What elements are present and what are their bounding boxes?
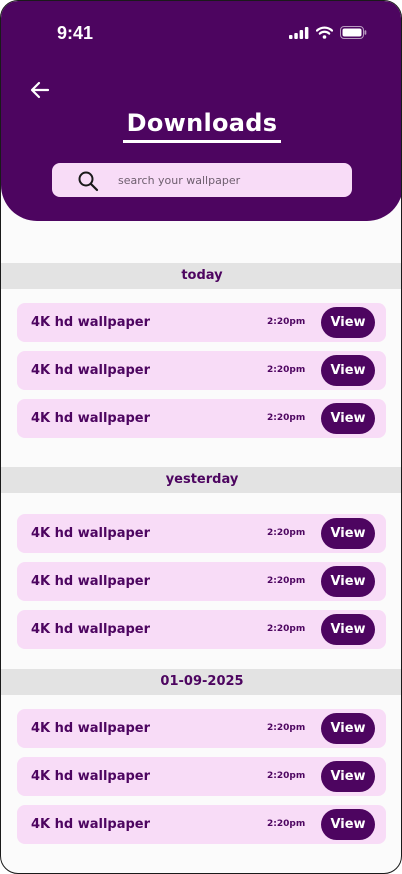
section-header-today: today [1, 263, 401, 289]
search-icon[interactable] [77, 170, 99, 192]
item-title: 4K hd wallpaper [31, 769, 151, 784]
view-button[interactable]: View [321, 713, 375, 744]
list-item[interactable]: 4K hd wallpaper 2:20pm View [17, 709, 386, 748]
item-title: 4K hd wallpaper [31, 574, 151, 589]
item-title: 4K hd wallpaper [31, 721, 151, 736]
item-time: 2:20pm [267, 365, 306, 375]
item-time: 2:20pm [267, 413, 306, 423]
item-time: 2:20pm [267, 819, 306, 829]
list-item[interactable]: 4K hd wallpaper 2:20pm View [17, 303, 386, 342]
search-bar[interactable] [52, 163, 352, 197]
search-input[interactable] [118, 163, 338, 197]
item-title: 4K hd wallpaper [31, 411, 151, 426]
item-time: 2:20pm [267, 576, 306, 586]
view-button[interactable]: View [321, 761, 375, 792]
item-time: 2:20pm [267, 723, 306, 733]
item-title: 4K hd wallpaper [31, 817, 151, 832]
view-button[interactable]: View [321, 403, 375, 434]
item-title: 4K hd wallpaper [31, 622, 151, 637]
list-item[interactable]: 4K hd wallpaper 2:20pm View [17, 514, 386, 553]
header: 9:41 Downloads [1, 1, 401, 221]
list-item[interactable]: 4K hd wallpaper 2:20pm View [17, 805, 386, 844]
view-button[interactable]: View [321, 355, 375, 386]
section-header-yesterday: yesterday [1, 467, 401, 493]
list-item[interactable]: 4K hd wallpaper 2:20pm View [17, 351, 386, 390]
status-icons [289, 26, 367, 39]
list-item[interactable]: 4K hd wallpaper 2:20pm View [17, 610, 386, 649]
item-title: 4K hd wallpaper [31, 315, 151, 330]
view-button[interactable]: View [321, 518, 375, 549]
wifi-icon [316, 26, 333, 39]
view-button[interactable]: View [321, 566, 375, 597]
phone-screen: 9:41 Downloads search your wallpaper tod… [0, 0, 402, 874]
list-item[interactable]: 4K hd wallpaper 2:20pm View [17, 399, 386, 438]
item-title: 4K hd wallpaper [31, 363, 151, 378]
list-item[interactable]: 4K hd wallpaper 2:20pm View [17, 562, 386, 601]
view-button[interactable]: View [321, 809, 375, 840]
signal-icon [289, 26, 309, 39]
view-button[interactable]: View [321, 614, 375, 645]
back-arrow-icon[interactable] [29, 79, 51, 101]
item-time: 2:20pm [267, 317, 306, 327]
page-title: Downloads [126, 109, 278, 137]
view-button[interactable]: View [321, 307, 375, 338]
battery-icon [340, 26, 367, 39]
list-item[interactable]: 4K hd wallpaper 2:20pm View [17, 757, 386, 796]
status-time: 9:41 [57, 23, 94, 43]
title-underline [123, 140, 281, 143]
item-title: 4K hd wallpaper [31, 526, 151, 541]
item-time: 2:20pm [267, 771, 306, 781]
item-time: 2:20pm [267, 528, 306, 538]
section-header-date: 01-09-2025 [1, 669, 401, 695]
item-time: 2:20pm [267, 624, 306, 634]
